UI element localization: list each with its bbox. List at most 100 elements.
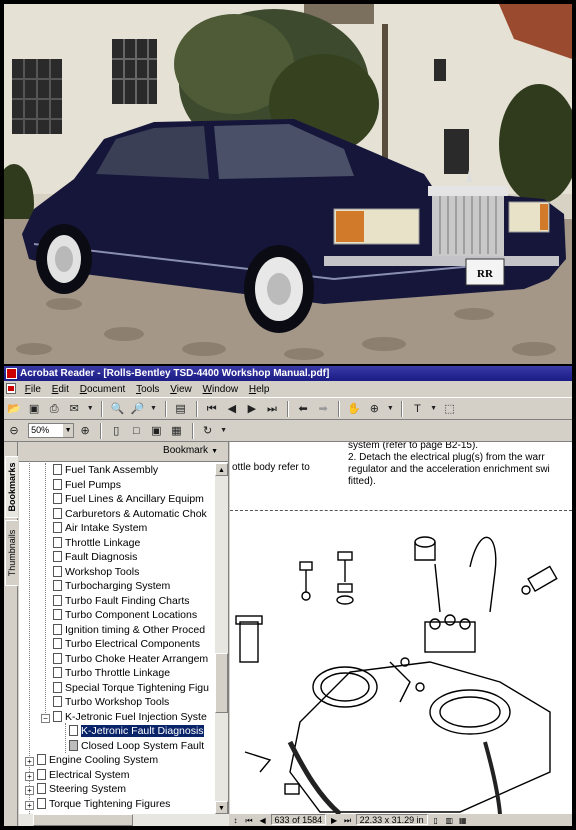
menu-view[interactable]: View xyxy=(166,381,196,398)
list-item[interactable]: Fault Diagnosis xyxy=(19,550,215,565)
doc-text-line: 2. Detach the electrical plug(s) from th… xyxy=(348,452,545,463)
bookmark-label: Fuel Lines & Ancillary Equipm xyxy=(65,493,204,505)
fit-page-icon[interactable]: □ xyxy=(128,423,144,439)
rotate-view-icon[interactable]: ↻ xyxy=(200,423,216,439)
list-item[interactable]: Special Torque Tightening Figu xyxy=(19,681,215,696)
open-icon[interactable]: 📂 xyxy=(6,401,22,417)
list-item[interactable]: Turbo Electrical Components xyxy=(19,637,215,652)
bookmark-label: Turbo Throttle Linkage xyxy=(65,667,171,679)
list-item[interactable]: Closed Loop System Fault xyxy=(19,739,215,754)
list-item[interactable]: Workshop Tools xyxy=(19,565,215,580)
previous-page-icon[interactable]: ◀ xyxy=(257,815,268,827)
scrollbar-thumb[interactable] xyxy=(215,653,228,713)
tab-thumbnails[interactable]: Thumbnails xyxy=(5,520,18,586)
expand-icon[interactable]: + xyxy=(25,757,34,766)
scroll-down-icon[interactable]: ▼ xyxy=(215,801,228,814)
list-item[interactable]: Turbo Choke Heater Arrangem xyxy=(19,652,215,667)
zoom-out-icon[interactable]: ⊖ xyxy=(6,423,22,439)
text-select-dropdown-icon[interactable]: ▼ xyxy=(430,401,438,417)
list-item[interactable]: Fuel Tank Assembly xyxy=(19,463,215,478)
split-handle-icon[interactable]: ↕ xyxy=(230,815,241,827)
next-page-icon[interactable]: ▶ xyxy=(329,815,340,827)
title-bar[interactable]: Acrobat Reader - [Rolls-Bentley TSD-4400… xyxy=(4,366,572,381)
menu-file[interactable]: File xyxy=(21,381,45,398)
list-item[interactable]: + Torque Tightening Figures xyxy=(19,797,215,812)
next-page-icon[interactable]: ▶ xyxy=(244,401,260,417)
list-item[interactable]: Air Intake System xyxy=(19,521,215,536)
list-item[interactable]: − K-Jetronic Fuel Injection Syste xyxy=(19,710,215,725)
list-item[interactable]: Ignition timing & Other Proced xyxy=(19,623,215,638)
find-icon[interactable]: 🔍 xyxy=(109,401,125,417)
show-navigation-pane-icon[interactable]: ▤ xyxy=(173,401,189,417)
rotate-dropdown-icon[interactable]: ▼ xyxy=(220,423,228,439)
last-page-icon[interactable]: ⏭ xyxy=(342,815,353,827)
bookmark-label: Workshop Tools xyxy=(65,565,140,578)
list-item[interactable]: K-Jetronic Fault Diagnosis xyxy=(19,724,215,739)
tab-bookmarks[interactable]: Bookmarks xyxy=(5,456,18,518)
graphics-select-tool-icon[interactable]: ⬚ xyxy=(442,401,458,417)
menu-document[interactable]: Document xyxy=(76,381,130,398)
zoom-tool-dropdown-icon[interactable]: ▼ xyxy=(386,401,394,417)
continuous-layout-icon[interactable]: ▥ xyxy=(444,815,455,827)
bookmarks-horizontal-scrollbar[interactable] xyxy=(19,814,229,826)
list-item[interactable]: Carburetors & Automatic Chok xyxy=(19,507,215,522)
scrollbar-thumb[interactable] xyxy=(33,814,133,826)
chevron-down-icon: ▼ xyxy=(211,448,218,455)
zoom-level-select[interactable]: 50% ▼ xyxy=(28,423,75,438)
page-number-field[interactable]: 633 of 1584 xyxy=(270,814,327,825)
document-menu-icon[interactable] xyxy=(6,383,16,394)
first-page-icon[interactable]: ⏮ xyxy=(204,401,220,417)
list-item[interactable]: + Electrical System xyxy=(19,768,215,783)
bookmark-menu-button[interactable]: Bookmark ▼ xyxy=(163,445,218,456)
actual-size-icon[interactable]: ▯ xyxy=(108,423,124,439)
email-dropdown-icon[interactable]: ▼ xyxy=(86,401,94,417)
text-select-tool-icon[interactable]: T xyxy=(410,401,426,417)
list-item[interactable]: Turbocharging System xyxy=(19,579,215,594)
expand-icon[interactable]: + xyxy=(25,786,34,795)
menu-help[interactable]: Help xyxy=(245,381,274,398)
chevron-down-icon[interactable]: ▼ xyxy=(63,424,74,437)
first-page-icon[interactable]: ⏮ xyxy=(244,815,255,827)
facing-layout-icon[interactable]: ▦ xyxy=(457,815,468,827)
expand-icon[interactable]: + xyxy=(25,771,34,781)
bookmark-menu-label: Bookmark xyxy=(163,445,209,456)
zoom-in-icon[interactable]: ⊕ xyxy=(77,423,93,439)
page-icon xyxy=(53,464,62,475)
go-forward-icon[interactable]: ➡ xyxy=(315,401,331,417)
email-icon[interactable]: ✉ xyxy=(66,401,82,417)
single-page-layout-icon[interactable]: ▯ xyxy=(430,815,441,827)
page-icon xyxy=(53,594,62,606)
print-icon[interactable]: ⎙ xyxy=(46,401,62,417)
list-item[interactable]: Fuel Lines & Ancillary Equipm xyxy=(19,492,215,507)
menu-window[interactable]: Window xyxy=(199,381,243,398)
expand-icon[interactable]: + xyxy=(25,800,34,810)
list-item[interactable]: Turbo Throttle Linkage xyxy=(19,666,215,681)
last-page-icon[interactable]: ⏭ xyxy=(264,401,280,417)
previous-page-icon[interactable]: ◀ xyxy=(224,401,240,417)
scroll-up-icon[interactable]: ▲ xyxy=(215,463,228,476)
zoom-in-tool-icon[interactable]: ⊕ xyxy=(366,401,382,417)
list-item[interactable]: Turbo Fault Finding Charts xyxy=(19,594,215,609)
bookmarks-vertical-scrollbar[interactable]: ▲ ▼ xyxy=(215,463,228,814)
page-icon xyxy=(53,551,62,562)
list-item[interactable]: Turbo Workshop Tools xyxy=(19,695,215,710)
search-dropdown-icon[interactable]: ▼ xyxy=(150,401,158,417)
list-item[interactable]: Turbo Component Locations xyxy=(19,608,215,623)
menu-tools[interactable]: Tools xyxy=(132,381,163,398)
fit-visible-icon[interactable]: ▦ xyxy=(168,423,184,439)
menu-edit[interactable]: Edit xyxy=(48,381,73,398)
bookmark-label-selected: K-Jetronic Fault Diagnosis xyxy=(80,724,205,738)
fit-width-icon[interactable]: ▣ xyxy=(148,423,164,439)
list-item[interactable]: Fuel Pumps xyxy=(19,478,215,493)
tab-thumbnails-label: Thumbnails xyxy=(7,529,17,577)
list-item[interactable]: + Steering System xyxy=(19,782,215,797)
search-icon[interactable]: 🔎 xyxy=(129,401,145,417)
list-item[interactable]: Throttle Linkage xyxy=(19,536,215,551)
acrobat-app-icon[interactable] xyxy=(6,368,17,379)
collapse-icon[interactable]: − xyxy=(41,713,50,723)
hand-tool-icon[interactable]: ✋ xyxy=(346,401,362,417)
list-item[interactable]: + Engine Cooling System xyxy=(19,753,215,768)
save-icon[interactable]: ▣ xyxy=(26,401,42,417)
go-back-icon[interactable]: ⬅ xyxy=(295,401,311,417)
document-view[interactable]: system (refer to page B2-15). 2. Detach … xyxy=(230,442,572,814)
